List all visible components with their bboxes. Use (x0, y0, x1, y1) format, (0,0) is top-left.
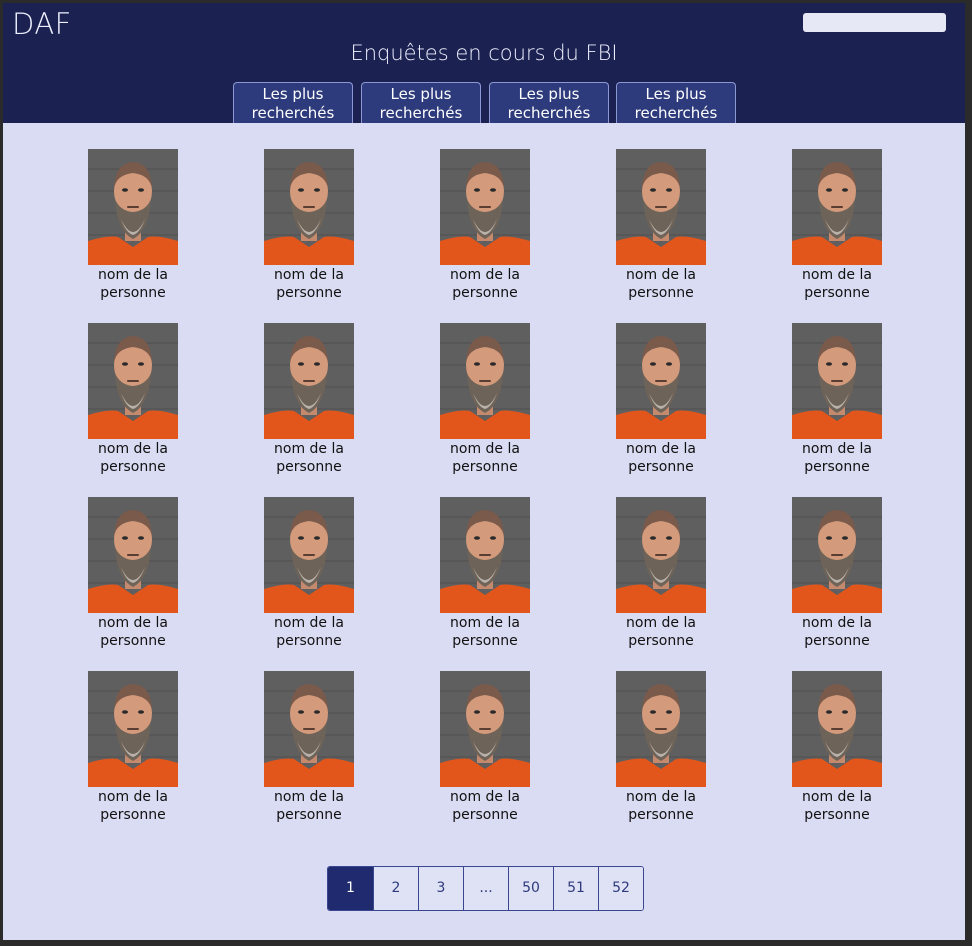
person-name: nom de la personne (450, 615, 520, 649)
mugshot-image (440, 149, 530, 265)
page-button-50[interactable]: 50 (508, 867, 553, 910)
person-name: nom de la personne (626, 615, 696, 649)
mugshot-image (88, 323, 178, 439)
person-card[interactable]: nom de la personne (767, 323, 907, 476)
person-photo[interactable] (88, 323, 178, 439)
person-card[interactable]: nom de la personne (63, 671, 203, 824)
person-card[interactable]: nom de la personne (63, 323, 203, 476)
person-name: nom de la personne (98, 789, 168, 823)
person-photo[interactable] (792, 149, 882, 265)
person-name: nom de la personne (274, 441, 344, 475)
person-card[interactable]: nom de la personne (239, 323, 379, 476)
mugshot-image (440, 323, 530, 439)
person-name: nom de la personne (98, 441, 168, 475)
person-name: nom de la personne (274, 267, 344, 301)
mugshot-image (264, 497, 354, 613)
mugshot-image (440, 497, 530, 613)
person-name: nom de la personne (274, 789, 344, 823)
tab-most-wanted-2[interactable]: Les plus recherchés (361, 82, 481, 123)
mugshot-image (616, 149, 706, 265)
person-card[interactable]: nom de la personne (63, 497, 203, 650)
person-name: nom de la personne (626, 267, 696, 301)
person-card[interactable]: nom de la personne (591, 323, 731, 476)
mugshot-image (792, 323, 882, 439)
person-photo[interactable] (616, 323, 706, 439)
mugshot-image (264, 149, 354, 265)
person-card[interactable]: nom de la personne (415, 671, 555, 824)
mugshot-image (88, 497, 178, 613)
person-name: nom de la personne (626, 441, 696, 475)
person-card[interactable]: nom de la personne (415, 497, 555, 650)
person-photo[interactable] (264, 497, 354, 613)
person-photo[interactable] (88, 149, 178, 265)
person-photo[interactable] (792, 323, 882, 439)
mugshot-image (264, 323, 354, 439)
person-card[interactable]: nom de la personne (591, 149, 731, 302)
person-card[interactable]: nom de la personne (767, 149, 907, 302)
person-photo[interactable] (792, 497, 882, 613)
mugshot-image (440, 671, 530, 787)
person-name: nom de la personne (98, 615, 168, 649)
person-card[interactable]: nom de la personne (767, 671, 907, 824)
mugshot-image (616, 671, 706, 787)
page-button-1[interactable]: 1 (328, 867, 373, 910)
person-photo[interactable] (792, 671, 882, 787)
person-card[interactable]: nom de la personne (239, 497, 379, 650)
mugshot-image (792, 149, 882, 265)
search-input[interactable] (803, 13, 946, 32)
person-name: nom de la personne (98, 267, 168, 301)
person-photo[interactable] (88, 497, 178, 613)
person-photo[interactable] (264, 323, 354, 439)
person-photo[interactable] (616, 149, 706, 265)
tab-most-wanted-1[interactable]: Les plus recherchés (233, 82, 353, 123)
person-card[interactable]: nom de la personne (63, 149, 203, 302)
person-card[interactable]: nom de la personne (591, 497, 731, 650)
logo[interactable]: DAF (12, 7, 72, 41)
mugshot-image (88, 149, 178, 265)
person-card[interactable]: nom de la personne (415, 323, 555, 476)
person-name: nom de la personne (802, 441, 872, 475)
person-name: nom de la personne (450, 267, 520, 301)
pagination-ellipsis: ... (463, 867, 508, 910)
mugshot-image (792, 671, 882, 787)
person-card[interactable]: nom de la personne (239, 149, 379, 302)
person-photo[interactable] (264, 671, 354, 787)
person-photo[interactable] (264, 149, 354, 265)
person-name: nom de la personne (450, 441, 520, 475)
person-photo[interactable] (440, 671, 530, 787)
person-photo[interactable] (616, 497, 706, 613)
person-photo[interactable] (88, 671, 178, 787)
person-card[interactable]: nom de la personne (767, 497, 907, 650)
person-photo[interactable] (440, 497, 530, 613)
page-button-2[interactable]: 2 (373, 867, 418, 910)
page-button-51[interactable]: 51 (553, 867, 598, 910)
person-photo[interactable] (440, 323, 530, 439)
mugshot-image (264, 671, 354, 787)
person-card[interactable]: nom de la personne (415, 149, 555, 302)
person-name: nom de la personne (802, 789, 872, 823)
mugshot-image (792, 497, 882, 613)
header: DAF Enquêtes en cours du FBI Les plus re… (3, 3, 965, 123)
person-name: nom de la personne (802, 267, 872, 301)
page-title: Enquêtes en cours du FBI (350, 41, 618, 65)
person-photo[interactable] (440, 149, 530, 265)
person-photo[interactable] (616, 671, 706, 787)
page-frame: DAF Enquêtes en cours du FBI Les plus re… (3, 3, 965, 940)
mugshot-image (616, 323, 706, 439)
mugshot-image (616, 497, 706, 613)
person-name: nom de la personne (450, 789, 520, 823)
person-name: nom de la personne (626, 789, 696, 823)
tab-most-wanted-3[interactable]: Les plus recherchés (489, 82, 609, 123)
person-name: nom de la personne (802, 615, 872, 649)
person-card[interactable]: nom de la personne (239, 671, 379, 824)
pagination: 1 2 3... 50 51 52 (327, 866, 644, 911)
person-name: nom de la personne (274, 615, 344, 649)
page-button-3[interactable]: 3 (418, 867, 463, 910)
person-card[interactable]: nom de la personne (591, 671, 731, 824)
page-button-52[interactable]: 52 (598, 867, 643, 910)
mugshot-image (88, 671, 178, 787)
tab-most-wanted-4[interactable]: Les plus recherchés (616, 82, 736, 123)
